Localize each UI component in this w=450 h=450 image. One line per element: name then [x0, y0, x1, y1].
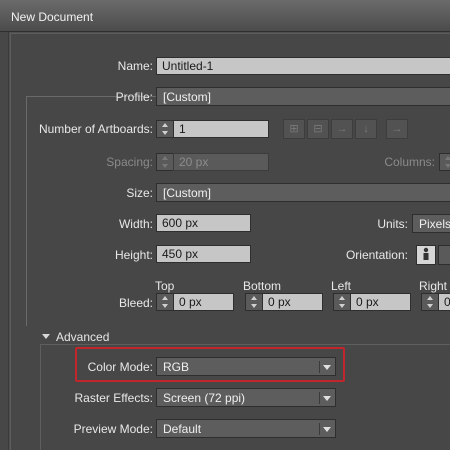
- raster-effects-dropdown[interactable]: Screen (72 ppi): [156, 388, 336, 407]
- grid-by-column-icon[interactable]: ⊟: [307, 119, 329, 139]
- spacing-input[interactable]: 20 px: [173, 153, 269, 171]
- advanced-toggle[interactable]: Advanced: [42, 330, 109, 344]
- raster-effects-label: Raster Effects:: [74, 391, 153, 405]
- size-dropdown[interactable]: [Custom]: [156, 183, 450, 202]
- stepper-down-icon: [162, 131, 168, 135]
- color-mode-value: RGB: [163, 360, 190, 374]
- height-label: Height:: [114, 248, 153, 262]
- preview-mode-value: Default: [163, 422, 202, 436]
- preview-mode-label: Preview Mode:: [73, 422, 153, 436]
- stepper-down-icon: [162, 304, 168, 308]
- stepper-down-icon: [339, 304, 345, 308]
- bleed-top-stepper[interactable]: [156, 293, 174, 311]
- bleed-top-label: Top: [155, 279, 175, 293]
- profile-label: Profile:: [115, 90, 153, 104]
- bleed-right-stepper[interactable]: [421, 293, 439, 311]
- stepper-down-icon: [445, 164, 450, 168]
- width-label: Width:: [118, 217, 153, 231]
- bleed-label: Bleed:: [118, 296, 153, 310]
- artboards-stepper[interactable]: [156, 120, 174, 138]
- stepper-down-icon: [162, 164, 168, 168]
- height-input[interactable]: 450 px: [156, 245, 251, 263]
- stepper-up-icon: [162, 123, 168, 127]
- stepper-down-icon: [427, 304, 433, 308]
- profile-dropdown[interactable]: [Custom]: [156, 87, 450, 106]
- stepper-up-icon: [162, 296, 168, 300]
- columns-stepper[interactable]: [439, 153, 450, 171]
- bleed-left-stepper[interactable]: [333, 293, 351, 311]
- bleed-right-label: Right: [419, 279, 448, 293]
- chevron-down-icon: [319, 423, 331, 435]
- color-mode-label: Color Mode:: [87, 360, 153, 374]
- bleed-left-label: Left: [331, 279, 352, 293]
- bleed-left-input[interactable]: 0 px: [350, 293, 411, 311]
- spacing-stepper[interactable]: [156, 153, 174, 171]
- chevron-down-icon: [319, 361, 331, 373]
- orientation-label: Orientation:: [345, 248, 408, 262]
- right-to-left-layout-icon[interactable]: →: [386, 119, 408, 139]
- arrange-by-column-icon[interactable]: ↓: [355, 119, 377, 139]
- stepper-up-icon: [445, 156, 450, 160]
- bleed-bottom-label: Bottom: [243, 279, 282, 293]
- arrange-by-row-icon[interactable]: →: [331, 119, 353, 139]
- units-dropdown[interactable]: Pixels: [412, 214, 450, 233]
- bleed-bottom-input[interactable]: 0 px: [262, 293, 323, 311]
- stepper-up-icon: [339, 296, 345, 300]
- artboards-input[interactable]: 1: [173, 120, 269, 138]
- units-label: Units:: [377, 217, 408, 231]
- advanced-label: Advanced: [56, 330, 110, 344]
- bleed-bottom-stepper[interactable]: [245, 293, 263, 311]
- title-bar: New Document: [0, 0, 450, 32]
- disclosure-triangle-icon: [42, 334, 50, 339]
- stepper-up-icon: [427, 296, 433, 300]
- bleed-right-input[interactable]: 0 px: [438, 293, 450, 311]
- stepper-up-icon: [162, 156, 168, 160]
- stepper-up-icon: [251, 296, 257, 300]
- width-input[interactable]: 600 px: [156, 214, 251, 232]
- spacing-label: Spacing:: [106, 155, 153, 169]
- grid-by-row-icon[interactable]: ⊞: [283, 119, 305, 139]
- portrait-figure-icon: [423, 247, 429, 260]
- color-mode-dropdown[interactable]: RGB: [156, 357, 336, 376]
- window-title: New Document: [11, 10, 94, 24]
- stepper-down-icon: [251, 304, 257, 308]
- chevron-down-icon: [319, 392, 331, 404]
- landscape-icon[interactable]: [438, 245, 450, 265]
- columns-label: Columns:: [384, 155, 435, 169]
- name-input[interactable]: Untitled-1: [156, 57, 450, 75]
- artboards-label: Number of Artboards:: [38, 122, 153, 136]
- portrait-icon[interactable]: [416, 245, 436, 265]
- name-label: Name:: [117, 59, 153, 73]
- raster-effects-value: Screen (72 ppi): [163, 391, 246, 405]
- size-label: Size:: [126, 186, 153, 200]
- preview-mode-dropdown[interactable]: Default: [156, 419, 336, 438]
- bleed-top-input[interactable]: 0 px: [173, 293, 234, 311]
